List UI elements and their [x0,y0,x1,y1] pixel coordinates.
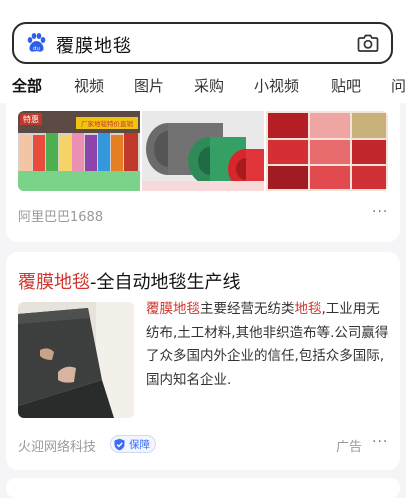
tab-all[interactable]: 全部 [12,75,42,96]
title-highlight: 覆膜地毯 [18,272,90,293]
ad-label: 广告 [336,440,363,455]
baidu-paw-icon: du [27,33,46,52]
svg-text:du: du [33,46,40,52]
product-images: 特惠 厂家地毯特价直销 [18,111,388,191]
result-source[interactable]: 阿里巴巴1688 [18,206,103,225]
tab-ask[interactable]: 问 [391,75,406,96]
guarantee-badge[interactable]: 保障 [110,435,156,453]
advertiser-name[interactable]: 火迎网络科技 [18,436,96,455]
title-rest: -全自动地毯生产线 [90,272,241,293]
search-header: du 覆膜地毯 全部 视频 图片 采购 小视频 贴吧 问 [0,0,406,103]
carpet-photo [18,302,134,418]
desc-highlight-1: 覆膜地毯 [146,301,200,317]
more-options-icon[interactable]: ··· [372,204,388,220]
tab-tieba[interactable]: 贴吧 [331,75,361,96]
tab-video[interactable]: 视频 [74,75,104,96]
result-description: 覆膜地毯主要经营无纺类地毯,工业用无纺布,土工材料,其他非织造布等.公司赢得了众… [146,298,392,392]
shield-check-icon [114,438,125,451]
result-card-ad[interactable]: 覆膜地毯-全自动地毯生产线 覆膜地毯主要经营无纺类地毯,工业用无纺布,土工材料,… [6,252,400,470]
more-options-icon[interactable]: ··· [372,434,388,450]
desc-text-1: 主要经营无纺类 [200,301,295,317]
sale-tag: 特惠 [23,114,39,124]
tab-bar: 全部 视频 图片 采购 小视频 贴吧 问 [0,72,406,98]
result-card-1688[interactable]: 特惠 厂家地毯特价直销 阿里巴巴1688 ··· [6,96,400,242]
tab-images[interactable]: 图片 [134,75,164,96]
result-title[interactable]: 覆膜地毯-全自动地毯生产线 [18,268,241,294]
factory-banner: 厂家地毯特价直销 [81,119,134,128]
search-input[interactable]: du 覆膜地毯 [12,22,393,64]
tab-purchase[interactable]: 采购 [194,75,224,96]
guarantee-label: 保障 [129,439,150,451]
next-result-card [6,478,400,498]
desc-highlight-2: 地毯 [294,301,322,317]
camera-icon[interactable] [357,33,379,53]
tab-short-video[interactable]: 小视频 [254,75,299,96]
result-thumbnail[interactable] [18,302,134,418]
search-query: 覆膜地毯 [56,36,132,57]
product-image-strip[interactable]: 特惠 厂家地毯特价直销 [18,111,388,191]
